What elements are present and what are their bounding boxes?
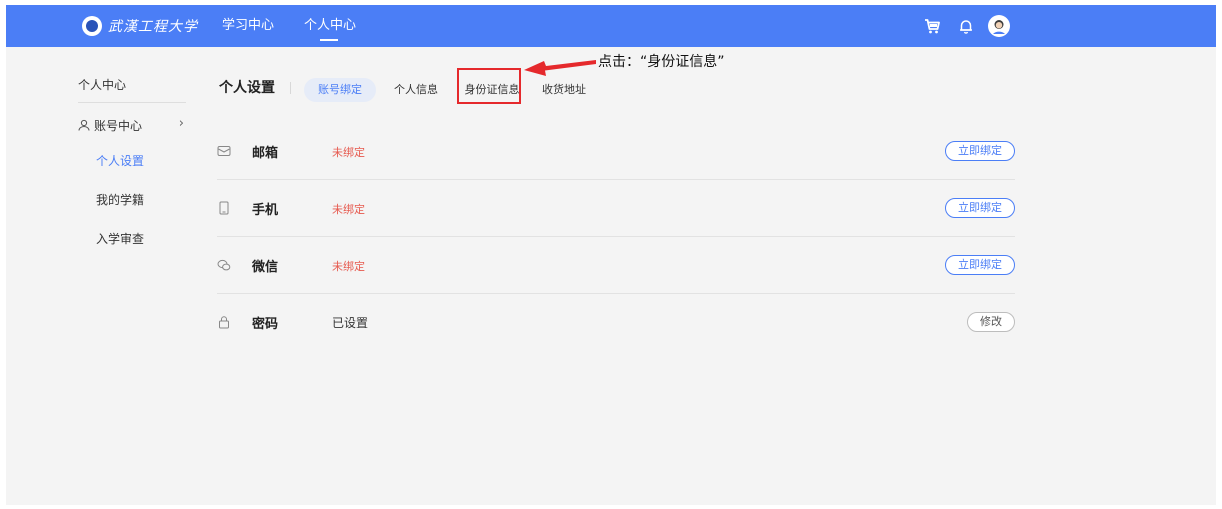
user-avatar-icon[interactable] bbox=[988, 15, 1010, 37]
tab-shipping-address[interactable]: 收货地址 bbox=[542, 78, 586, 102]
annotation-arrow-icon bbox=[524, 60, 596, 76]
sidebar-title: 个人中心 bbox=[78, 78, 127, 92]
app-screen: 武漢工程大学 学习中心 个人中心 个人中心 账号中心 › 个人设置 我的学籍 入… bbox=[6, 5, 1216, 505]
row-label: 微信 bbox=[252, 260, 279, 275]
page-title: 个人设置 bbox=[219, 80, 275, 96]
top-navigation-bar: 武漢工程大学 学习中心 个人中心 bbox=[6, 5, 1216, 47]
nav-study-center[interactable]: 学习中心 bbox=[222, 17, 274, 35]
bind-phone-button[interactable]: 立即绑定 bbox=[945, 198, 1015, 218]
cart-icon[interactable] bbox=[922, 16, 942, 36]
sidebar-group-account-center[interactable]: 账号中心 › bbox=[78, 116, 186, 134]
university-emblem-icon bbox=[82, 16, 102, 36]
binding-row-phone: 手机 未绑定 立即绑定 bbox=[217, 180, 1015, 237]
bell-icon[interactable] bbox=[956, 16, 976, 36]
sidebar-divider bbox=[78, 102, 186, 103]
sidebar-item-student-status[interactable]: 我的学籍 bbox=[96, 191, 144, 208]
nav-personal-center[interactable]: 个人中心 bbox=[304, 17, 356, 35]
wechat-icon bbox=[217, 258, 231, 272]
sidebar-item-personal-settings[interactable]: 个人设置 bbox=[96, 152, 144, 169]
row-label: 手机 bbox=[252, 203, 279, 218]
binding-row-password: 密码 已设置 修改 bbox=[217, 294, 1015, 351]
active-nav-indicator bbox=[320, 39, 338, 41]
bind-wechat-button[interactable]: 立即绑定 bbox=[945, 255, 1015, 275]
row-label: 密码 bbox=[252, 317, 279, 332]
user-icon bbox=[78, 119, 90, 131]
sidebar-item-enrollment-review[interactable]: 入学审查 bbox=[96, 230, 144, 247]
chevron-right-icon: › bbox=[178, 116, 184, 131]
lock-icon bbox=[217, 315, 231, 329]
annotation-text: 点击：“身份证信息” bbox=[598, 54, 725, 70]
university-name: 武漢工程大学 bbox=[108, 19, 198, 35]
bind-email-button[interactable]: 立即绑定 bbox=[945, 141, 1015, 161]
binding-row-wechat: 微信 未绑定 立即绑定 bbox=[217, 237, 1015, 294]
tab-account-binding[interactable]: 账号绑定 bbox=[304, 78, 376, 102]
edit-password-button[interactable]: 修改 bbox=[967, 312, 1015, 332]
row-label: 邮箱 bbox=[252, 146, 279, 161]
annotation-highlight-box bbox=[457, 68, 521, 104]
status-text: 未绑定 bbox=[332, 260, 365, 273]
mail-icon bbox=[217, 144, 231, 158]
phone-icon bbox=[217, 201, 231, 215]
university-logo[interactable]: 武漢工程大学 bbox=[82, 15, 198, 37]
tab-personal-info[interactable]: 个人信息 bbox=[394, 78, 438, 102]
status-text: 未绑定 bbox=[332, 146, 365, 159]
title-divider bbox=[290, 82, 291, 94]
binding-row-email: 邮箱 未绑定 立即绑定 bbox=[217, 123, 1015, 180]
sidebar-group-label: 账号中心 bbox=[94, 118, 143, 133]
status-text: 未绑定 bbox=[332, 203, 365, 216]
status-text: 已设置 bbox=[332, 316, 369, 330]
